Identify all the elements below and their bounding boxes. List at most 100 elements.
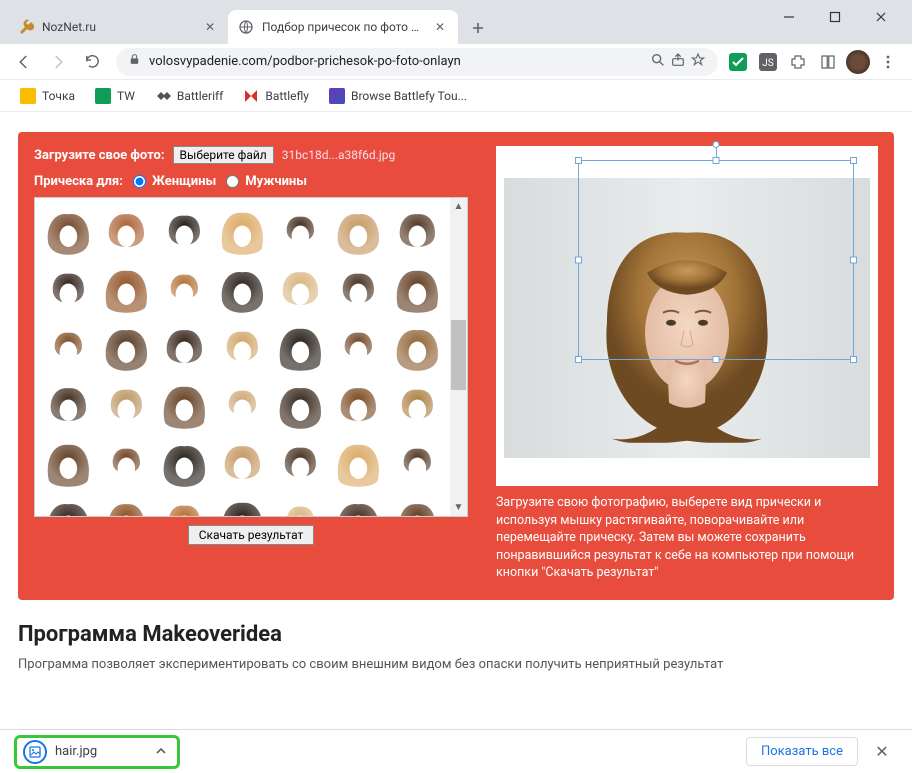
instructions-text: Загрузите свою фотографию, выберете вид … xyxy=(496,494,878,582)
hairstyle-option[interactable] xyxy=(41,320,95,374)
hairstyle-option[interactable] xyxy=(41,437,95,491)
hairstyle-option[interactable] xyxy=(157,320,211,374)
hairstyle-grid-container: ▲ ▼ xyxy=(34,197,468,517)
hairstyle-option[interactable] xyxy=(41,204,95,258)
hairstyle-option[interactable] xyxy=(157,378,211,432)
hairstyle-option[interactable] xyxy=(332,320,386,374)
extension-puzzle-icon[interactable] xyxy=(786,50,810,74)
star-icon[interactable] xyxy=(690,52,706,72)
close-icon[interactable]: ✕ xyxy=(432,19,448,35)
scrollbar-thumb[interactable] xyxy=(451,320,466,390)
hairstyle-option[interactable] xyxy=(390,437,444,491)
download-result-button[interactable]: Скачать результат xyxy=(188,525,315,545)
rotate-handle[interactable] xyxy=(713,141,720,148)
hairstyle-option[interactable] xyxy=(332,378,386,432)
hairstyle-option[interactable] xyxy=(157,204,211,258)
hairstyle-option[interactable] xyxy=(274,495,328,516)
scroll-up-icon[interactable]: ▲ xyxy=(450,198,467,215)
hairstyle-option[interactable] xyxy=(274,378,328,432)
app-right-column: Загрузите свою фотографию, выберете вид … xyxy=(496,146,878,582)
scrollbar[interactable]: ▲ ▼ xyxy=(450,198,467,516)
browser-tab-noznet[interactable]: NozNet.ru ✕ xyxy=(8,10,228,44)
hairstyle-option[interactable] xyxy=(99,320,153,374)
gender-male-radio[interactable] xyxy=(226,175,239,188)
hairstyle-option[interactable] xyxy=(99,378,153,432)
extension-script-icon[interactable]: JS xyxy=(756,50,780,74)
hairstyle-option[interactable] xyxy=(215,495,269,516)
resize-handle[interactable] xyxy=(850,157,857,164)
hairstyle-grid[interactable] xyxy=(35,198,450,516)
hairstyle-option[interactable] xyxy=(332,437,386,491)
upload-label: Загрузите свое фото: xyxy=(34,148,165,163)
hairstyle-option[interactable] xyxy=(332,495,386,516)
bookmark-battleriff[interactable]: Battleriff xyxy=(147,84,231,108)
hairstyle-option[interactable] xyxy=(157,262,211,316)
hairstyle-option[interactable] xyxy=(215,320,269,374)
share-icon[interactable] xyxy=(670,52,686,72)
forward-button[interactable] xyxy=(42,46,74,78)
hairstyle-option[interactable] xyxy=(41,378,95,432)
hairstyle-option[interactable] xyxy=(274,204,328,258)
minimize-button[interactable] xyxy=(766,2,812,32)
page-content[interactable]: Загрузите свое фото: Выберите файл 31bc1… xyxy=(0,112,912,729)
hairstyle-option[interactable] xyxy=(332,262,386,316)
hairstyle-option[interactable] xyxy=(215,378,269,432)
hairstyle-option[interactable] xyxy=(41,495,95,516)
downloads-bar: hair.jpg Показать все ✕ xyxy=(0,729,912,773)
hairstyle-option[interactable] xyxy=(390,495,444,516)
scroll-down-icon[interactable]: ▼ xyxy=(450,499,467,516)
gender-female-radio[interactable] xyxy=(133,175,146,188)
address-bar[interactable]: volosvypadenie.com/podbor-prichesok-po-f… xyxy=(116,48,718,76)
close-window-button[interactable] xyxy=(858,2,904,32)
bookmark-tochka[interactable]: Точка xyxy=(12,84,83,108)
download-item[interactable]: hair.jpg xyxy=(14,735,180,769)
lock-icon xyxy=(128,53,141,70)
resize-handle[interactable] xyxy=(713,157,720,164)
svg-text:JS: JS xyxy=(762,58,774,69)
hairstyle-option[interactable] xyxy=(157,495,211,516)
new-tab-button[interactable] xyxy=(464,14,492,42)
show-all-downloads-button[interactable]: Показать все xyxy=(746,737,858,766)
choose-file-button[interactable]: Выберите файл xyxy=(173,146,274,164)
hairstyle-option[interactable] xyxy=(215,204,269,258)
photo-canvas[interactable] xyxy=(504,178,870,458)
app-left-column: Загрузите свое фото: Выберите файл 31bc1… xyxy=(34,146,468,582)
close-icon[interactable]: ✕ xyxy=(202,19,218,35)
section-snippet: Программа позволяет экспериментировать с… xyxy=(18,657,894,672)
hairstyle-option[interactable] xyxy=(215,262,269,316)
maximize-button[interactable] xyxy=(812,2,858,32)
hairstyle-option[interactable] xyxy=(390,204,444,258)
hairstyle-option[interactable] xyxy=(99,262,153,316)
hairstyle-option[interactable] xyxy=(390,320,444,374)
back-button[interactable] xyxy=(8,46,40,78)
hairstyle-option[interactable] xyxy=(274,320,328,374)
resize-handle[interactable] xyxy=(575,157,582,164)
hairstyle-option[interactable] xyxy=(99,437,153,491)
extension-book-icon[interactable] xyxy=(816,50,840,74)
hairstyle-option[interactable] xyxy=(157,437,211,491)
close-downloads-bar-icon[interactable]: ✕ xyxy=(866,736,898,768)
chevron-up-icon[interactable] xyxy=(155,742,167,761)
hairstyle-option[interactable] xyxy=(390,262,444,316)
browser-tab-active[interactable]: Подбор причесок по фото онла ✕ xyxy=(228,10,458,44)
bookmark-battlefly[interactable]: Battlefly xyxy=(235,84,317,108)
hairstyle-option[interactable] xyxy=(274,437,328,491)
hairstyle-option[interactable] xyxy=(390,378,444,432)
hairstyle-option[interactable] xyxy=(215,437,269,491)
hairstyle-option[interactable] xyxy=(332,204,386,258)
tab-title: NozNet.ru xyxy=(42,20,194,34)
reload-button[interactable] xyxy=(76,46,108,78)
kebab-menu-icon[interactable] xyxy=(872,46,904,78)
hairstyle-option[interactable] xyxy=(41,262,95,316)
profile-avatar[interactable] xyxy=(846,50,870,74)
extension-check-icon[interactable] xyxy=(726,50,750,74)
hairstyle-option[interactable] xyxy=(99,495,153,516)
hairstyle-option[interactable] xyxy=(99,204,153,258)
search-icon[interactable] xyxy=(650,52,666,72)
face-illustration xyxy=(587,203,787,443)
hairstyle-option[interactable] xyxy=(274,262,328,316)
tab-title: Подбор причесок по фото онла xyxy=(262,20,424,34)
bookmark-tw[interactable]: TW xyxy=(87,84,143,108)
bookmark-battlefy[interactable]: Browse Battlefy Tou... xyxy=(321,84,475,108)
window-titlebar: NozNet.ru ✕ Подбор причесок по фото онла… xyxy=(0,0,912,44)
